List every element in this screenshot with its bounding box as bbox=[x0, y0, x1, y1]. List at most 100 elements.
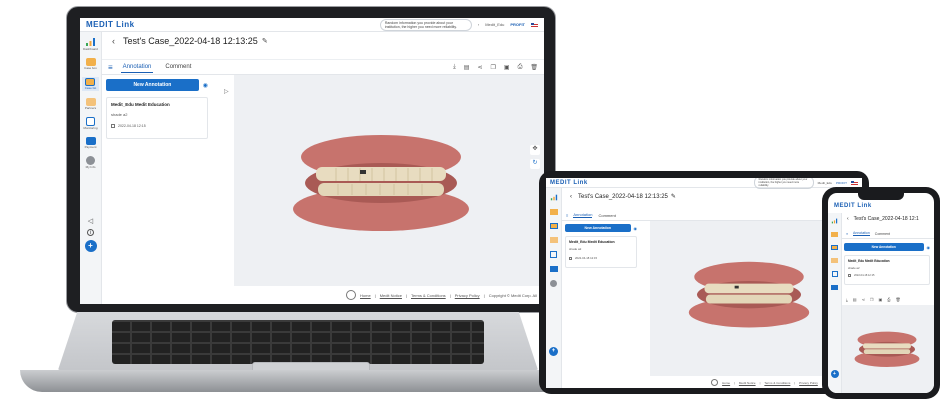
sidebar-item-my-info[interactable]: My Info bbox=[86, 156, 95, 169]
annotation-date-row: 2022-04-18 12:15 bbox=[111, 124, 203, 128]
tablet-menu-icon[interactable]: ≡ bbox=[566, 213, 568, 218]
footer-notice-link[interactable]: Medit Notice bbox=[380, 293, 402, 298]
monitoring-icon[interactable] bbox=[550, 251, 557, 258]
case-title: Test's Case_2022-04-18 12:13:25 bbox=[123, 36, 258, 46]
image-icon[interactable]: ▣ bbox=[879, 297, 883, 302]
tablet-footer-home-link[interactable]: Home bbox=[722, 381, 730, 385]
tablet-edit-pencil-icon[interactable]: ✎ bbox=[671, 193, 676, 200]
phone-add-button[interactable]: + bbox=[830, 370, 839, 378]
tab-comment[interactable]: Comment bbox=[163, 62, 193, 72]
footer-copyright: Copyright © Medit Corp. All bbox=[488, 292, 537, 298]
dashboard-icon bbox=[86, 38, 95, 46]
annotation-marker-icon bbox=[848, 274, 851, 277]
download-icon[interactable]: ⤓ bbox=[846, 297, 848, 302]
tablet-dental-model bbox=[688, 261, 810, 328]
sidebar-item-label: Payment bbox=[84, 145, 97, 149]
footer-home-link[interactable]: Home bbox=[360, 293, 371, 298]
annotation-card[interactable]: Medit_Edu Medit Education shade a2 2022-… bbox=[106, 97, 208, 139]
footer-privacy-link[interactable]: Privacy Policy bbox=[455, 293, 480, 298]
tablet-footer-terms-link[interactable]: Terms & Conditions bbox=[764, 381, 790, 385]
download-icon[interactable]: ⤓ bbox=[453, 64, 456, 71]
trash-icon[interactable]: 🗑 bbox=[530, 64, 538, 71]
share-icon[interactable]: ⋖ bbox=[477, 64, 482, 71]
sidebar-item-case-box[interactable]: Case box bbox=[84, 58, 97, 70]
sidebar-item-partners[interactable]: Partners bbox=[85, 98, 96, 110]
partners-icon[interactable] bbox=[549, 237, 558, 243]
tablet-tab-comment[interactable]: Comment bbox=[598, 213, 615, 218]
tablet-tab-bar: ≡ Annotation Comment ⤓ ▤ ⋖ ❐ bbox=[562, 210, 862, 221]
copy-icon[interactable]: ❐ bbox=[491, 64, 496, 71]
phone-annotation-card[interactable]: Medit_Edu Medit Education shade a2 2022-… bbox=[844, 255, 930, 285]
rotate-tool-icon[interactable]: ↻ bbox=[530, 159, 540, 169]
print-icon[interactable]: ⎙ bbox=[518, 64, 523, 71]
tablet-footer-notice-link[interactable]: Medit Notice bbox=[739, 381, 756, 385]
tablet-user-tag: PROFIT bbox=[836, 180, 847, 185]
sidebar: Dashboard Case box Case list Partners Mo… bbox=[80, 32, 102, 304]
medit-badge-icon bbox=[346, 290, 356, 300]
tablet-back-chevron-icon[interactable]: ‹ bbox=[570, 194, 572, 200]
clipboard-icon[interactable]: ▤ bbox=[853, 297, 857, 302]
3d-viewer[interactable]: ✥ ↻ bbox=[234, 75, 544, 286]
eye-icon[interactable]: ◉ bbox=[203, 82, 208, 89]
sidebar-item-payment[interactable]: Payment bbox=[84, 137, 97, 149]
case-box-icon[interactable] bbox=[831, 232, 838, 237]
copy-icon[interactable]: ❐ bbox=[870, 297, 874, 302]
sidebar-item-case-list[interactable]: Case list bbox=[81, 77, 100, 91]
tab-annotation[interactable]: Annotation bbox=[120, 62, 154, 73]
back-chevron-icon[interactable]: ‹ bbox=[112, 36, 115, 46]
trash-icon[interactable]: 🗑 bbox=[896, 297, 901, 302]
phone-back-chevron-icon[interactable]: ‹ bbox=[847, 216, 849, 222]
sidebar-item-dashboard[interactable]: Dashboard bbox=[83, 37, 98, 51]
tablet-logo[interactable]: MEDIT Link bbox=[550, 180, 588, 186]
medit-link-logo[interactable]: MEDIT Link bbox=[86, 20, 135, 29]
tablet-tab-annotation[interactable]: Annotation bbox=[573, 212, 593, 218]
add-case-button[interactable]: + bbox=[84, 240, 97, 252]
edit-pencil-icon[interactable]: ✎ bbox=[262, 37, 268, 45]
share-icon[interactable]: ⋖ bbox=[862, 297, 865, 302]
notice-banner[interactable]: Random information you provide about you… bbox=[379, 18, 472, 31]
tab-bar: ≡ Annotation Comment ⤓ ▤ ⋖ ❐ ▣ ⎙ 🗑 bbox=[102, 60, 544, 75]
partners-icon[interactable] bbox=[831, 258, 838, 263]
menu-icon[interactable]: ≡ bbox=[108, 63, 113, 72]
image-icon[interactable]: ▣ bbox=[504, 64, 510, 71]
tablet-eye-icon[interactable]: ◉ bbox=[634, 226, 638, 231]
phone-3d-viewer[interactable] bbox=[842, 305, 934, 393]
dashboard-icon[interactable] bbox=[550, 194, 558, 201]
user-name[interactable]: Medit_Edu bbox=[485, 22, 504, 27]
phone-tab-comment[interactable]: Comment bbox=[875, 232, 890, 236]
phone-annotation-date: 2022-04-18 12:15 bbox=[854, 274, 875, 277]
phone-eye-icon[interactable]: ◉ bbox=[927, 245, 931, 250]
tablet-user-name[interactable]: Medit_Edu bbox=[818, 181, 832, 185]
print-icon[interactable]: ⎙ bbox=[887, 297, 890, 302]
dashboard-icon[interactable] bbox=[831, 218, 838, 224]
info-icon[interactable]: i bbox=[87, 229, 94, 236]
us-flag-icon[interactable] bbox=[531, 22, 538, 27]
clipboard-icon[interactable]: ▤ bbox=[464, 64, 470, 71]
phone-tab-annotation[interactable]: Annotation bbox=[853, 231, 870, 236]
tablet-annotation-card[interactable]: Medit_Edu Medit Education shade a2 2022-… bbox=[565, 236, 637, 268]
footer-terms-link[interactable]: Terms & Conditions bbox=[411, 293, 446, 298]
payment-icon[interactable] bbox=[549, 266, 558, 272]
phone-notch bbox=[858, 193, 904, 200]
phone-logo[interactable]: MEDIT Link bbox=[834, 203, 934, 209]
phone-new-annotation-button[interactable]: New Annotation bbox=[844, 243, 924, 251]
collapse-panel-icon[interactable]: ▷ bbox=[224, 88, 229, 95]
monitoring-icon[interactable] bbox=[831, 271, 838, 277]
dental-model bbox=[293, 135, 469, 231]
case-list-icon[interactable] bbox=[549, 223, 558, 229]
megaphone-icon[interactable]: ◁ bbox=[88, 217, 93, 225]
case-box-icon[interactable] bbox=[549, 209, 558, 215]
new-annotation-button[interactable]: New Annotation bbox=[106, 79, 199, 91]
tablet-add-button[interactable]: + bbox=[549, 347, 558, 356]
chevron-right-icon[interactable]: › bbox=[478, 22, 479, 27]
tablet-footer-privacy-link[interactable]: Privacy Policy bbox=[799, 381, 818, 385]
my-info-icon[interactable] bbox=[550, 280, 557, 287]
phone-menu-icon[interactable]: ≡ bbox=[846, 232, 848, 236]
move-tool-icon[interactable]: ✥ bbox=[530, 145, 540, 155]
tablet-us-flag-icon[interactable] bbox=[851, 180, 858, 185]
sidebar-item-monitoring[interactable]: Monitoring bbox=[83, 117, 98, 130]
payment-icon[interactable] bbox=[831, 285, 838, 290]
case-list-icon[interactable] bbox=[831, 245, 838, 250]
tablet-case-title: Test's Case_2022-04-18 12:13:25 bbox=[578, 193, 668, 200]
tablet-new-annotation-button[interactable]: New Annotation bbox=[565, 224, 631, 232]
